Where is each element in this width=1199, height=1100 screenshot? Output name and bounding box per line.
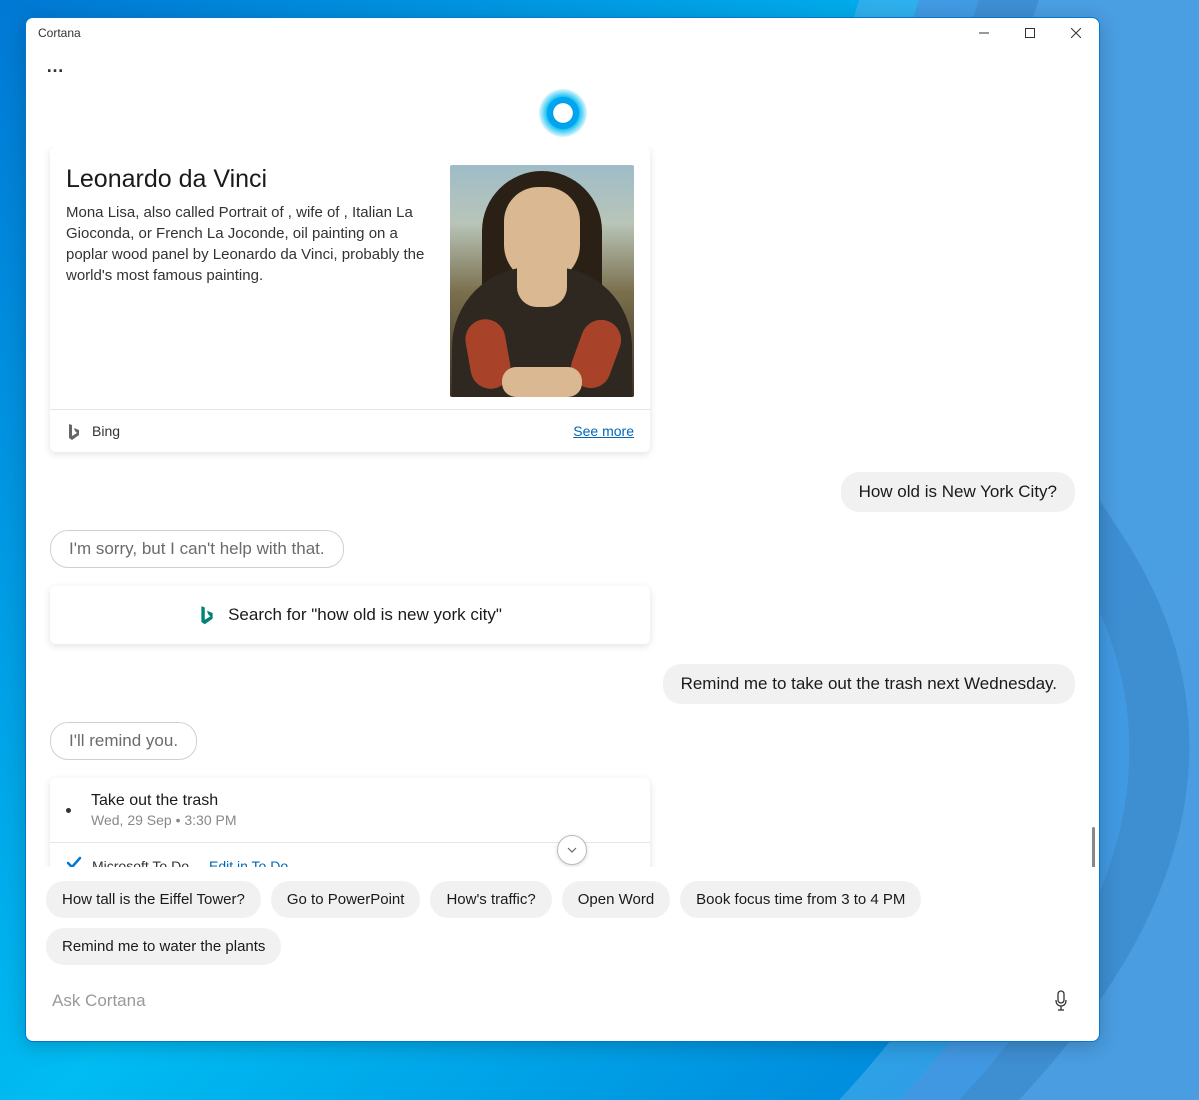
microphone-button[interactable]	[1043, 983, 1079, 1019]
user-message: How old is New York City?	[841, 472, 1075, 512]
maximize-button[interactable]	[1007, 18, 1053, 48]
suggestion-chip[interactable]: Remind me to water the plants	[46, 928, 281, 965]
bullet-icon	[66, 808, 71, 813]
microphone-icon	[1053, 990, 1069, 1012]
assistant-message: I'm sorry, but I can't help with that.	[50, 530, 344, 568]
suggestion-chip[interactable]: Go to PowerPoint	[271, 881, 421, 918]
reminder-title: Take out the trash	[91, 792, 237, 810]
maximize-icon	[1025, 28, 1035, 38]
bing-icon	[66, 422, 82, 440]
chat-area: Leonardo da Vinci Mona Lisa, also called…	[26, 147, 1099, 867]
close-icon	[1071, 28, 1081, 38]
scrollbar-thumb[interactable]	[1092, 827, 1095, 867]
user-message: Remind me to take out the trash next Wed…	[663, 664, 1075, 704]
scroll-down-button[interactable]	[557, 835, 587, 865]
info-card-source: Bing	[92, 423, 120, 439]
assistant-message: I'll remind you.	[50, 722, 197, 760]
ask-cortana-input[interactable]	[46, 981, 1031, 1021]
info-card-title: Leonardo da Vinci	[66, 165, 432, 194]
minimize-icon	[979, 28, 989, 38]
info-card-image	[450, 165, 634, 397]
search-card-text: Search for "how old is new york city"	[228, 605, 502, 625]
suggestion-chip[interactable]: How's traffic?	[430, 881, 551, 918]
info-card-description: Mona Lisa, also called Portrait of , wif…	[66, 202, 432, 286]
titlebar: Cortana	[26, 18, 1099, 48]
bing-icon	[198, 604, 216, 626]
more-menu-button[interactable]: …	[26, 48, 1099, 85]
suggestion-chips: How tall is the Eiffel Tower? Go to Powe…	[26, 867, 1099, 973]
cortana-window: Cortana … Leonardo da Vinci Mona Lisa, a…	[25, 17, 1100, 1042]
suggestion-chip[interactable]: How tall is the Eiffel Tower?	[46, 881, 261, 918]
suggestion-chip[interactable]: Book focus time from 3 to 4 PM	[680, 881, 921, 918]
suggestion-chip[interactable]: Open Word	[562, 881, 670, 918]
close-button[interactable]	[1053, 18, 1099, 48]
reminder-source: Microsoft To Do	[92, 858, 189, 868]
minimize-button[interactable]	[961, 18, 1007, 48]
chevron-down-icon	[566, 844, 578, 856]
reminder-time: Wed, 29 Sep • 3:30 PM	[91, 812, 237, 828]
input-row	[26, 973, 1099, 1041]
todo-check-icon	[66, 855, 82, 867]
bing-search-card[interactable]: Search for "how old is new york city"	[50, 586, 650, 644]
see-more-link[interactable]: See more	[573, 423, 634, 439]
info-card: Leonardo da Vinci Mona Lisa, also called…	[50, 147, 650, 452]
cortana-logo-icon	[539, 89, 587, 137]
edit-in-todo-link[interactable]: Edit in To Do	[209, 858, 288, 868]
window-title: Cortana	[38, 26, 81, 40]
